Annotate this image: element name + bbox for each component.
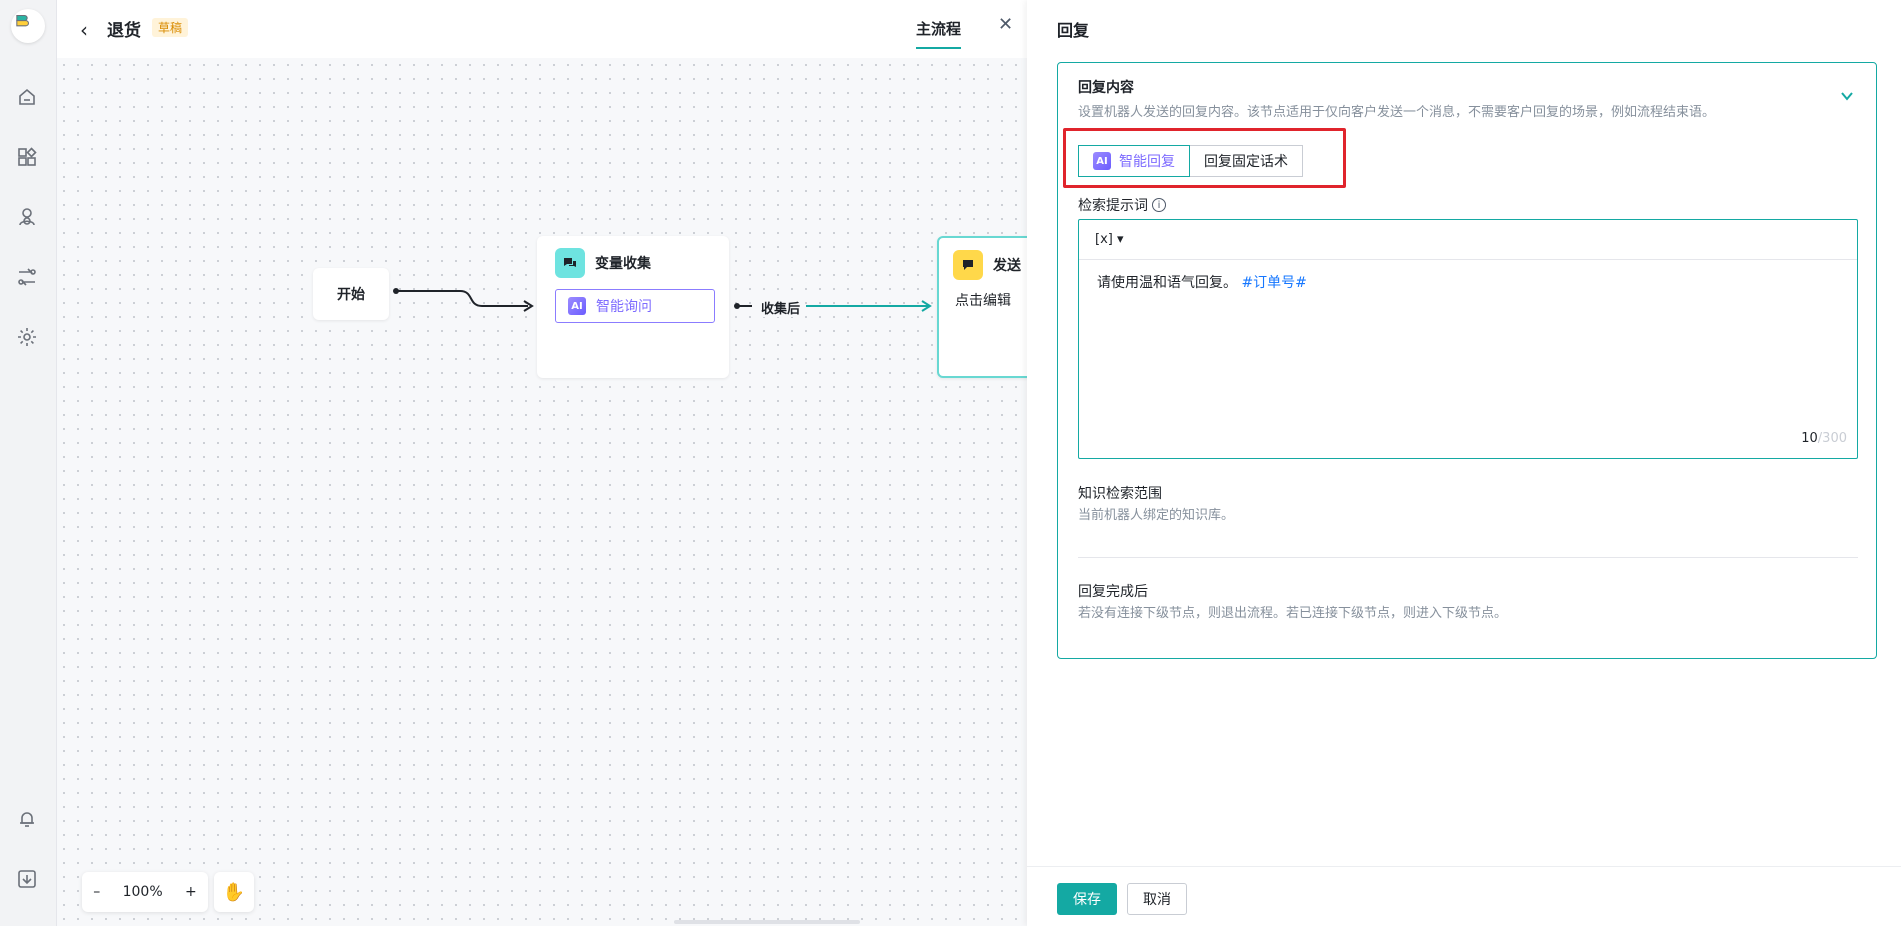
section-desc: 设置机器人发送的回复内容。该节点适用于仅向客户发送一个消息，不需要客户回复的场景… [1078,105,1716,120]
zoom-level: 100% [122,884,163,900]
panel-title: 回复 [1057,21,1090,40]
prompt-label: 检索提示词 [1078,198,1148,214]
char-counter: 10/300 [1801,431,1847,446]
section-title: 回复内容 [1078,80,1134,96]
reply-config-panel: 回复 回复内容 设置机器人发送的回复内容。该节点适用于仅向客户发送一个消息，不需… [1027,0,1901,926]
node-start[interactable]: 开始 [313,268,389,320]
chat-bubbles-icon [555,248,585,278]
ai-inquiry-label: 智能询问 [596,299,652,315]
app-logo[interactable] [11,9,45,43]
back-arrow-icon[interactable]: ‹ [80,18,88,42]
cancel-button[interactable]: 取消 [1127,883,1187,915]
settings-icon[interactable] [16,326,38,348]
message-icon [953,250,983,280]
knowledge-scope-desc: 当前机器人绑定的知识库。 [1078,508,1235,523]
zoom-controls: – 100% + [82,872,208,912]
node-send-body: 点击编辑 [955,293,1011,309]
page-title: 退货 [107,21,141,41]
bell-icon[interactable] [16,808,38,830]
top-bar [57,0,1027,58]
tab-fixed-reply[interactable]: 回复固定话术 [1190,145,1303,177]
logo-icon [16,14,29,27]
variable-tag[interactable]: #订单号# [1241,275,1306,291]
zoom-in-button[interactable]: + [185,884,197,900]
panel-footer: 保存 取消 [1027,866,1901,926]
save-button[interactable]: 保存 [1057,883,1117,915]
node-start-label: 开始 [337,287,365,303]
after-reply-title: 回复完成后 [1078,584,1148,600]
editor-toolbar: [x] ▾ [1079,220,1857,260]
node-collect-title: 变量收集 [595,256,651,272]
node-variable-collect[interactable]: 变量收集 AI 智能询问 [537,236,729,378]
hand-pan-icon[interactable]: ✋ [214,872,254,912]
user-icon[interactable] [16,206,38,228]
prompt-editor[interactable]: [x] ▾ 请使用温和语气回复。 #订单号# 10/300 [1078,219,1858,459]
ai-icon: AI [568,297,586,315]
download-icon[interactable] [16,868,38,890]
left-rail [0,0,57,926]
close-icon[interactable]: ✕ [998,14,1013,35]
tab-main-flow[interactable]: 主流程 [916,18,962,49]
reply-content-card: 回复内容 设置机器人发送的回复内容。该节点适用于仅向客户发送一个消息，不需要客户… [1057,62,1877,659]
tab-ai-reply-label: 智能回复 [1119,154,1175,170]
zoom-out-button[interactable]: – [93,884,100,900]
horizontal-scrollbar[interactable] [674,920,860,924]
edge-label: 收集后 [759,298,803,317]
flow-icon[interactable] [16,266,38,288]
prompt-label-row: 检索提示词 i [1078,195,1166,215]
node-send-title: 发送 [993,258,1021,274]
info-icon[interactable]: i [1152,198,1166,212]
divider [1078,557,1858,558]
tab-ai-reply[interactable]: AI 智能回复 [1078,145,1190,177]
reply-mode-switch: AI 智能回复 回复固定话术 [1078,145,1303,177]
apps-icon[interactable] [16,146,38,168]
ai-icon: AI [1093,152,1111,170]
prompt-text[interactable]: 请使用温和语气回复。 #订单号# [1097,272,1307,292]
flow-canvas[interactable] [57,58,1027,926]
insert-variable-button[interactable]: [x] ▾ [1095,232,1124,247]
chevron-down-icon[interactable] [1840,89,1854,103]
status-badge: 草稿 [152,18,189,37]
home-icon[interactable] [16,86,38,108]
ai-inquiry-pill[interactable]: AI 智能询问 [555,289,715,323]
knowledge-scope-title: 知识检索范围 [1078,486,1162,502]
after-reply-desc: 若没有连接下级节点，则退出流程。若已连接下级节点，则进入下级节点。 [1078,606,1508,621]
